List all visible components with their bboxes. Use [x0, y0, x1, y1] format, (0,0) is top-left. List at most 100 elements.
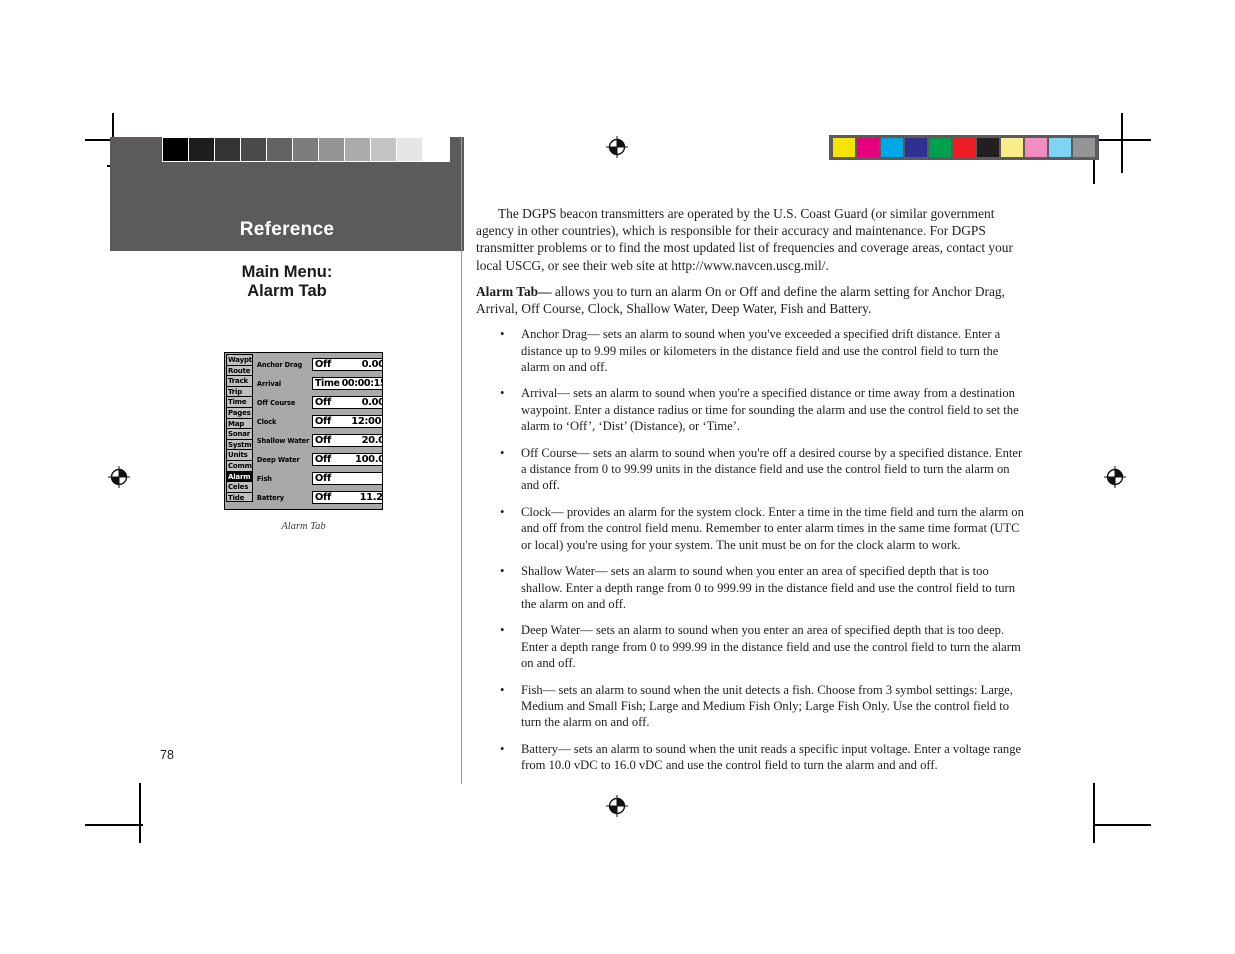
color-swatch-2: [881, 138, 903, 157]
device-alarm-row-list: Anchor Drag Off 0.00ⁱ Arrival Time00:00:15 Of…: [253, 353, 383, 509]
alarm-bullet-text: Fish— sets an alarm to sound when the un…: [521, 682, 1013, 730]
device-tab-alarm[interactable]: Alarm: [226, 470, 253, 482]
crop-mark-bottom-left-horizontal: [85, 824, 143, 826]
device-tab-time[interactable]: Time: [226, 396, 253, 407]
alarm-bullet-item: • Off Course— sets an alarm to sound when…: [476, 445, 1029, 494]
alarm-value-anchor-drag[interactable]: 0.00ⁱ: [362, 359, 382, 370]
alarm-value-text-off-course: 0.00: [361, 397, 383, 408]
alarm-tab-lead-in: Alarm Tab—: [476, 283, 552, 299]
column-divider: [461, 137, 462, 784]
color-swatch-3: [905, 138, 927, 157]
alarm-bullet-item: • Battery— sets an alarm to sound when th…: [476, 741, 1029, 774]
alarm-bullet-item: • Shallow Water— sets an alarm to sound w…: [476, 563, 1029, 612]
device-tab-map[interactable]: Map: [226, 417, 253, 429]
alarm-mode-battery[interactable]: Off: [315, 492, 331, 503]
device-tab-tide[interactable]: Tide: [226, 491, 253, 503]
color-swatch-9: [1049, 138, 1071, 157]
alarm-field-clock[interactable]: Off 12:00°ₒ: [311, 415, 383, 428]
alarm-value-text-clock: 12:00: [351, 416, 382, 427]
alarm-value-clock[interactable]: 12:00°ₒ: [351, 416, 383, 427]
crop-mark-top-right-horizontal: [1093, 139, 1151, 141]
alarm-row-label-deep-water: Deep Water: [256, 455, 300, 464]
registration-mark-right: [1104, 466, 1126, 488]
alarm-value-shallow-water[interactable]: 20.0ⁱ: [361, 435, 383, 446]
registration-mark-top: [606, 136, 628, 158]
grayscale-swatch-3: [241, 138, 267, 161]
bullet-dot-icon: •: [500, 504, 505, 519]
device-tab-units[interactable]: Units: [226, 449, 253, 460]
device-screen-figure: Waypt Route Track Trip Time Pages Map Sonar Syst…: [224, 352, 383, 510]
alarm-row-label-shallow-water: Shallow Water: [256, 436, 310, 445]
device-tab-trip[interactable]: Trip: [226, 385, 253, 397]
alarm-row-label-clock: Clock: [256, 417, 277, 426]
alarm-mode-deep-water[interactable]: Off: [315, 454, 331, 465]
device-tab-sonar[interactable]: Sonar: [226, 428, 253, 439]
color-swatch-1: [857, 138, 879, 157]
alarm-field-battery[interactable]: Off 11.2ᴠ: [311, 491, 383, 504]
alarm-value-text-shallow-water: 20.0: [361, 435, 383, 446]
color-calibration-strip: [829, 135, 1099, 160]
alarm-bullet-text: Shallow Water— sets an alarm to sound wh…: [521, 564, 1016, 611]
paragraph-dgps-beacon: The DGPS beacon transmitters are operate…: [476, 206, 1013, 273]
alarm-row-off-course: Off Course Off 0.00ⁱ: [257, 393, 383, 412]
crop-mark-bottom-right-horizontal: [1093, 824, 1151, 826]
alarm-row-label-arrival: Arrival: [256, 379, 282, 388]
color-swatch-5: [953, 138, 975, 157]
alarm-mode-anchor-drag[interactable]: Off: [315, 359, 331, 370]
alarm-field-off-course[interactable]: Off 0.00ⁱ: [311, 396, 383, 409]
alarm-value-text-deep-water: 100.0: [355, 454, 383, 465]
device-tab-track[interactable]: Track: [226, 375, 253, 386]
alarm-bullet-list: • Anchor Drag— sets an alarm to sound whe…: [476, 326, 1029, 773]
bullet-dot-icon: •: [500, 327, 505, 342]
crop-mark-bottom-right-vertical: [1093, 783, 1095, 843]
alarm-value-text-arrival: 00:00:15: [341, 378, 383, 389]
grayscale-swatch-1: [189, 138, 215, 161]
alarm-value-text-battery: 11.2: [359, 492, 383, 503]
alarm-row-battery: Battery Off 11.2ᴠ: [257, 488, 383, 507]
alarm-field-arrival[interactable]: Time 00:00:15: [311, 377, 383, 390]
registration-mark-bottom: [606, 795, 628, 817]
alarm-bullet-text: Clock— provides an alarm for the system …: [521, 504, 1024, 552]
alarm-mode-off-course[interactable]: Off: [315, 397, 331, 408]
grayscale-swatch-9: [397, 138, 423, 161]
alarm-value-battery[interactable]: 11.2ᴠ: [359, 492, 383, 503]
alarm-field-shallow-water[interactable]: Off 20.0ⁱ: [311, 434, 383, 447]
alarm-value-deep-water[interactable]: 100.0ⁱ: [355, 454, 383, 465]
alarm-field-anchor-drag[interactable]: Off 0.00ⁱ: [311, 358, 382, 371]
grayscale-swatch-6: [319, 138, 345, 161]
alarm-mode-fish[interactable]: Off: [315, 473, 331, 484]
device-tab-systm[interactable]: Systm: [226, 438, 253, 450]
bullet-dot-icon: •: [500, 682, 505, 697]
grayscale-swatch-5: [293, 138, 319, 161]
bullet-dot-icon: •: [500, 386, 505, 401]
alarm-mode-shallow-water[interactable]: Off: [315, 435, 331, 446]
color-swatch-4: [929, 138, 951, 157]
device-tab-celes[interactable]: Celes: [226, 481, 253, 492]
alarm-row-clock: Clock Off 12:00°ₒ: [256, 412, 383, 431]
alarm-value-off-course[interactable]: 0.00ⁱ: [361, 397, 383, 408]
alarm-row-label-anchor-drag: Anchor Drag: [256, 360, 303, 369]
device-tab-pages[interactable]: Pages: [226, 406, 253, 418]
alarm-tab-description: allows you to turn an alarm On or Off an…: [476, 283, 1005, 317]
figure-caption: Alarm Tab: [281, 521, 326, 532]
device-tab-route[interactable]: Route: [226, 364, 253, 376]
crop-mark-bottom-left-vertical: [139, 783, 141, 843]
bullet-dot-icon: •: [500, 564, 505, 579]
page-title: Reference: [239, 219, 335, 240]
alarm-bullet-item: • Deep Water— sets an alarm to sound when…: [476, 622, 1029, 671]
grayscale-swatch-10: [423, 138, 449, 161]
alarm-mode-clock[interactable]: Off: [315, 416, 331, 427]
device-tab-comm[interactable]: Comm: [226, 459, 253, 471]
alarm-row-anchor-drag: Anchor Drag Off 0.00ⁱ: [256, 355, 382, 374]
bullet-dot-icon: •: [500, 623, 505, 638]
color-swatch-10: [1073, 138, 1095, 157]
device-tab-waypt[interactable]: Waypt: [226, 354, 253, 365]
alarm-mode-arrival[interactable]: Time: [315, 378, 340, 389]
alarm-value-arrival[interactable]: 00:00:15: [341, 378, 383, 389]
alarm-field-fish[interactable]: Off: [311, 472, 382, 485]
alarm-row-label-fish: Fish: [256, 474, 272, 483]
alarm-row-fish: Fish Off: [256, 469, 382, 488]
alarm-value-unit-clock: °ₒ: [382, 417, 383, 422]
alarm-bullet-text: Deep Water— sets an alarm to sound when …: [521, 623, 1021, 671]
alarm-field-deep-water[interactable]: Off 100.0ⁱ: [311, 453, 383, 466]
